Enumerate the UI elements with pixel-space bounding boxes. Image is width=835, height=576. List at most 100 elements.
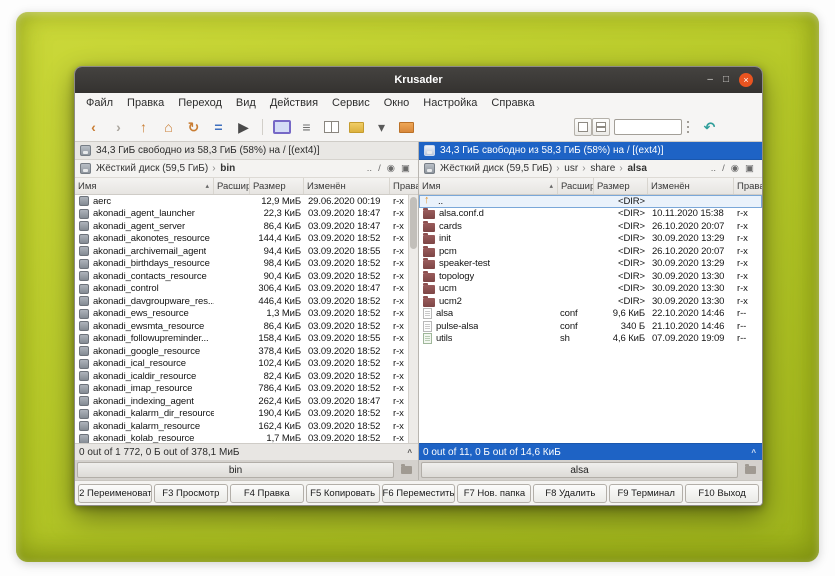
function-key-button[interactable]: F4 Правка	[230, 484, 304, 503]
file-row[interactable]: pcm <DIR> 26.10.2020 20:07 r-x	[419, 245, 762, 258]
file-row[interactable]: akonadi_imap_resource 786,4 КиБ 03.09.20…	[75, 383, 418, 396]
folder-icon[interactable]	[344, 115, 369, 139]
function-key-button[interactable]: F8 Удалить	[533, 484, 607, 503]
menu-item[interactable]: Окно	[377, 93, 417, 113]
file-row[interactable]: topology <DIR> 30.09.2020 13:30 r-x	[419, 270, 762, 283]
menu-item[interactable]: Файл	[79, 93, 120, 113]
panel-popup-button[interactable]: ▣	[742, 162, 757, 176]
new-tab-button[interactable]	[740, 462, 760, 478]
collapse-icon[interactable]: ^	[405, 448, 414, 457]
scrollbar-thumb[interactable]	[410, 197, 417, 249]
history-button[interactable]: ◉	[728, 162, 742, 176]
rootdir-button[interactable]: /	[719, 162, 728, 176]
root-icon[interactable]: ▶	[231, 115, 256, 139]
updir-button[interactable]: ..	[364, 162, 375, 176]
file-row[interactable]: akonadi_akonotes_resource 144,4 КиБ 03.0…	[75, 233, 418, 246]
menu-item[interactable]: Вид	[229, 93, 263, 113]
file-row[interactable]: akonadi_kolab_resource 1,7 МиБ 03.09.202…	[75, 433, 418, 444]
updir-button[interactable]: ..	[708, 162, 719, 176]
function-key-button[interactable]: F3 Просмотр	[154, 484, 228, 503]
file-row[interactable]: cards <DIR> 26.10.2020 20:07 r-x	[419, 220, 762, 233]
right-disk-usage-bar[interactable]: 34,3 ГиБ свободно из 58,3 ГиБ (58%) на /…	[419, 142, 762, 160]
column-ext[interactable]: Расшир	[558, 178, 594, 194]
file-row[interactable]: akonadi_agent_launcher 22,3 КиБ 03.09.20…	[75, 208, 418, 221]
sync-folder-icon[interactable]	[394, 115, 419, 139]
function-key-button[interactable]: F5 Копировать	[306, 484, 380, 503]
file-row[interactable]: akonadi_agent_server 86,4 КиБ 03.09.2020…	[75, 220, 418, 233]
file-row[interactable]: pulse-alsa conf 340 Б 21.10.2020 14:46 r…	[419, 320, 762, 333]
file-row[interactable]: aerc 12,9 МиБ 29.06.2020 00:19 r-x	[75, 195, 418, 208]
menu-item[interactable]: Переход	[171, 93, 229, 113]
new-tab-button[interactable]	[396, 462, 416, 478]
column-modified[interactable]: Изменён	[304, 178, 390, 194]
toolbar-grip[interactable]	[686, 119, 693, 135]
column-size[interactable]: Размер	[250, 178, 304, 194]
history-button[interactable]: ◉	[384, 162, 398, 176]
menu-item[interactable]: Правка	[120, 93, 171, 113]
title-bar[interactable]: Krusader – □ ×	[75, 67, 762, 93]
file-row[interactable]: akonadi_indexing_agent 262,4 КиБ 03.09.2…	[75, 395, 418, 408]
file-row[interactable]: ucm2 <DIR> 30.09.2020 13:30 r-x	[419, 295, 762, 308]
menu-item[interactable]: Настройка	[416, 93, 484, 113]
file-row[interactable]: ucm <DIR> 30.09.2020 13:30 r-x	[419, 283, 762, 296]
breadcrumb-segment[interactable]: bin	[209, 163, 236, 174]
column-name[interactable]: Имя▴	[419, 178, 558, 194]
scrollbar[interactable]	[408, 195, 418, 443]
breadcrumb-segment[interactable]: Жёсткий диск (59,5 ГиБ)	[95, 163, 209, 174]
function-key-button[interactable]: F10 Выход	[685, 484, 759, 503]
file-row[interactable]: akonadi_icaldir_resource 82,4 КиБ 03.09.…	[75, 370, 418, 383]
file-row[interactable]: akonadi_archivemail_agent 94,4 КиБ 03.09…	[75, 245, 418, 258]
file-row[interactable]: akonadi_control 306,4 КиБ 03.09.2020 18:…	[75, 283, 418, 296]
forward-icon[interactable]: ›	[106, 115, 131, 139]
file-row[interactable]: akonadi_kalarm_dir_resource 190,4 КиБ 03…	[75, 408, 418, 421]
file-row[interactable]: akonadi_ews_resource 1,3 МиБ 03.09.2020 …	[75, 308, 418, 321]
file-row[interactable]: akonadi_ical_resource 102,4 КиБ 03.09.20…	[75, 358, 418, 371]
file-row[interactable]: akonadi_birthdays_resource 98,4 КиБ 03.0…	[75, 258, 418, 271]
file-row[interactable]: akonadi_kalarm_resource 162,4 КиБ 03.09.…	[75, 420, 418, 433]
column-perms[interactable]: Права	[734, 178, 762, 194]
menu-item[interactable]: Справка	[484, 93, 541, 113]
home-icon[interactable]: ⌂	[156, 115, 181, 139]
back-icon[interactable]: ‹	[81, 115, 106, 139]
function-key-button[interactable]: F7 Нов. папка	[457, 484, 531, 503]
breadcrumb-segment[interactable]: share	[579, 163, 616, 174]
breadcrumb-segment[interactable]: Жёсткий диск (59,5 ГиБ)	[439, 163, 553, 174]
menu-item[interactable]: Сервис	[325, 93, 377, 113]
terminal-icon[interactable]	[269, 115, 294, 139]
panel-popup-button[interactable]: ▣	[398, 162, 413, 176]
column-perms[interactable]: Права	[390, 178, 418, 194]
toolbar-extra-button-2[interactable]	[592, 118, 610, 136]
file-row[interactable]: .. <DIR>	[419, 195, 762, 208]
dropdown-icon[interactable]: ▾	[369, 115, 394, 139]
collapse-icon[interactable]: ^	[749, 448, 758, 457]
file-row[interactable]: speaker-test <DIR> 30.09.2020 13:29 r-x	[419, 258, 762, 271]
file-row[interactable]: utils sh 4,6 КиБ 07.09.2020 19:09 r--	[419, 333, 762, 346]
file-row[interactable]: init <DIR> 30.09.2020 13:29 r-x	[419, 233, 762, 246]
toolbar-extra-button-1[interactable]	[574, 118, 592, 136]
function-key-button[interactable]: F9 Терминал	[609, 484, 683, 503]
panel-tab[interactable]: bin	[77, 462, 394, 478]
maximize-button[interactable]: □	[723, 75, 729, 85]
column-name[interactable]: Имя▴	[75, 178, 214, 194]
breadcrumb-segment[interactable]: usr	[553, 163, 579, 174]
file-row[interactable]: akonadi_ewsmta_resource 86,4 КиБ 03.09.2…	[75, 320, 418, 333]
menu-item[interactable]: Действия	[263, 93, 325, 113]
view-mode-icon[interactable]: ≡	[294, 115, 319, 139]
file-row[interactable]: alsa conf 9,6 КиБ 22.10.2020 14:46 r--	[419, 308, 762, 321]
quick-filter-input[interactable]	[614, 119, 682, 135]
split-view-icon[interactable]	[319, 115, 344, 139]
undo-button[interactable]: ↶	[697, 115, 722, 139]
panel-tab[interactable]: alsa	[421, 462, 738, 478]
file-row[interactable]: akonadi_contacts_resource 90,4 КиБ 03.09…	[75, 270, 418, 283]
equal-dirs-icon[interactable]: =	[206, 115, 231, 139]
column-ext[interactable]: Расшир	[214, 178, 250, 194]
function-key-button[interactable]: F6 Переместить	[382, 484, 456, 503]
rootdir-button[interactable]: /	[375, 162, 384, 176]
file-row[interactable]: akonadi_followupreminder... 158,4 КиБ 03…	[75, 333, 418, 346]
refresh-icon[interactable]: ↻	[181, 115, 206, 139]
column-size[interactable]: Размер	[594, 178, 648, 194]
file-row[interactable]: akonadi_google_resource 378,4 КиБ 03.09.…	[75, 345, 418, 358]
file-row[interactable]: akonadi_davgroupware_res... 446,4 КиБ 03…	[75, 295, 418, 308]
column-modified[interactable]: Изменён	[648, 178, 734, 194]
left-disk-usage-bar[interactable]: 34,3 ГиБ свободно из 58,3 ГиБ (58%) на /…	[75, 142, 418, 160]
